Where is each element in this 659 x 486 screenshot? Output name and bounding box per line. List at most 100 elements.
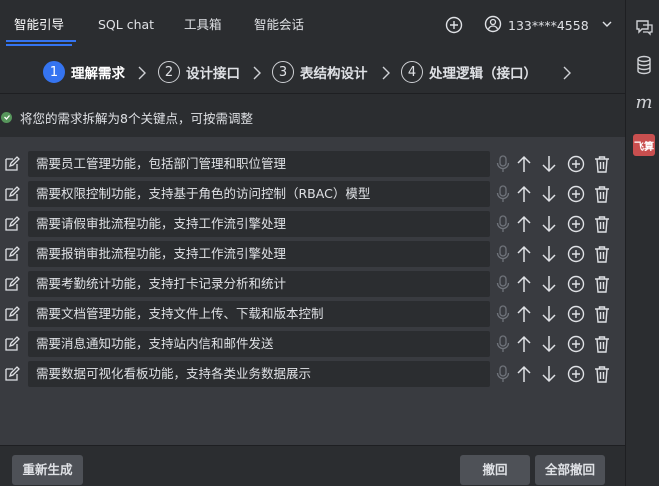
- add-circle-icon[interactable]: [567, 185, 585, 207]
- move-down-icon[interactable]: [541, 215, 557, 237]
- chevron-right-icon: [137, 66, 147, 84]
- microphone-icon[interactable]: [496, 305, 510, 327]
- trash-icon[interactable]: [594, 275, 610, 297]
- step-3[interactable]: 3 表结构设计: [272, 60, 368, 84]
- chevron-right-icon: [381, 66, 391, 84]
- feishu-icon[interactable]: 飞算: [633, 134, 655, 156]
- m-plugin-icon[interactable]: m: [634, 91, 654, 113]
- edit-icon[interactable]: [4, 156, 20, 176]
- step-number: 2: [158, 61, 180, 83]
- add-circle-icon[interactable]: [567, 275, 585, 297]
- microphone-icon[interactable]: [496, 185, 510, 207]
- trash-icon[interactable]: [594, 365, 610, 387]
- move-up-icon[interactable]: [516, 275, 532, 297]
- chat-bubble-icon[interactable]: [634, 16, 654, 36]
- microphone-icon[interactable]: [496, 275, 510, 297]
- requirement-text[interactable]: 需要考勤统计功能，支持打卡记录分析和统计: [28, 271, 490, 297]
- requirement-text[interactable]: 需要数据可视化看板功能，支持各类业务数据展示: [28, 361, 490, 387]
- edit-icon[interactable]: [4, 306, 20, 326]
- tab-smart-guide[interactable]: 智能引导: [5, 0, 73, 46]
- top-nav-bar: 智能引导 SQL chat 工具箱 智能会话 133****4558: [0, 0, 625, 50]
- chevron-down-icon[interactable]: [601, 18, 613, 33]
- edit-icon[interactable]: [4, 276, 20, 296]
- m-plugin-label: m: [635, 91, 653, 113]
- step-4[interactable]: 4 处理逻辑（接口）: [401, 60, 537, 84]
- add-circle-icon[interactable]: [567, 365, 585, 387]
- chevron-right-icon[interactable]: [562, 66, 572, 84]
- requirement-text[interactable]: 需要文档管理功能，支持文件上传、下载和版本控制: [28, 301, 490, 327]
- move-up-icon[interactable]: [516, 185, 532, 207]
- list-item: 需要权限控制功能，支持基于角色的访问控制（RBAC）模型: [0, 181, 625, 207]
- add-circle-icon[interactable]: [567, 155, 585, 177]
- undo-all-button[interactable]: 全部撤回: [535, 455, 605, 485]
- list-item: 需要报销审批流程功能，支持工作流引擎处理: [0, 241, 625, 267]
- move-down-icon[interactable]: [541, 245, 557, 267]
- check-circle-icon: [1, 111, 12, 123]
- requirement-text[interactable]: 需要消息通知功能，支持站内信和邮件发送: [28, 331, 490, 357]
- step-2[interactable]: 2 设计接口: [158, 60, 240, 84]
- tab-sql-chat[interactable]: SQL chat: [98, 0, 154, 40]
- move-up-icon[interactable]: [516, 155, 532, 177]
- move-up-icon[interactable]: [516, 365, 532, 387]
- step-1[interactable]: 1 理解需求: [43, 60, 125, 84]
- status-line: 将您的需求拆解为8个关键点，可按需调整: [0, 106, 253, 128]
- microphone-icon[interactable]: [496, 365, 510, 387]
- move-down-icon[interactable]: [541, 305, 557, 327]
- move-up-icon[interactable]: [516, 215, 532, 237]
- move-down-icon[interactable]: [541, 185, 557, 207]
- edit-icon[interactable]: [4, 216, 20, 236]
- database-icon[interactable]: [634, 55, 654, 75]
- regenerate-button[interactable]: 重新生成: [12, 455, 83, 485]
- undo-button[interactable]: 撤回: [460, 455, 530, 485]
- microphone-icon[interactable]: [496, 215, 510, 237]
- step-label: 表结构设计: [300, 66, 368, 82]
- trash-icon[interactable]: [594, 215, 610, 237]
- move-down-icon[interactable]: [541, 335, 557, 357]
- move-up-icon[interactable]: [516, 245, 532, 267]
- user-menu[interactable]: 133****4558: [484, 14, 613, 36]
- step-label: 处理逻辑（接口）: [429, 66, 537, 82]
- status-text: 将您的需求拆解为8个关键点，可按需调整: [20, 110, 253, 126]
- move-up-icon[interactable]: [516, 305, 532, 327]
- list-item: 需要文档管理功能，支持文件上传、下载和版本控制: [0, 301, 625, 327]
- move-down-icon[interactable]: [541, 155, 557, 177]
- add-circle-icon[interactable]: [444, 15, 464, 35]
- trash-icon[interactable]: [594, 245, 610, 267]
- requirement-text[interactable]: 需要报销审批流程功能，支持工作流引擎处理: [28, 241, 490, 267]
- edit-icon[interactable]: [4, 366, 20, 386]
- footer-bar: 重新生成 撤回 全部撤回: [0, 445, 625, 486]
- trash-icon[interactable]: [594, 305, 610, 327]
- trash-icon[interactable]: [594, 335, 610, 357]
- active-tab-indicator: [6, 40, 76, 42]
- list-item: 需要数据可视化看板功能，支持各类业务数据展示: [0, 361, 625, 387]
- trash-icon[interactable]: [594, 185, 610, 207]
- edit-icon[interactable]: [4, 336, 20, 356]
- wizard-steps: 1 理解需求 2 设计接口 3 表结构设计 4 处理逻辑（接口）: [0, 50, 625, 94]
- move-up-icon[interactable]: [516, 335, 532, 357]
- edit-icon[interactable]: [4, 246, 20, 266]
- requirement-text[interactable]: 需要请假审批流程功能，支持工作流引擎处理: [28, 211, 490, 237]
- list-item: 需要员工管理功能，包括部门管理和职位管理: [0, 151, 625, 177]
- user-avatar-icon: [484, 15, 502, 36]
- move-down-icon[interactable]: [541, 365, 557, 387]
- add-circle-icon[interactable]: [567, 215, 585, 237]
- microphone-icon[interactable]: [496, 335, 510, 357]
- feishu-label: 飞算: [634, 141, 654, 153]
- add-circle-icon[interactable]: [567, 245, 585, 267]
- tab-smart-chat[interactable]: 智能会话: [254, 0, 304, 40]
- step-number: 3: [272, 61, 294, 83]
- trash-icon[interactable]: [594, 155, 610, 177]
- move-down-icon[interactable]: [541, 275, 557, 297]
- add-circle-icon[interactable]: [567, 305, 585, 327]
- requirement-text[interactable]: 需要权限控制功能，支持基于角色的访问控制（RBAC）模型: [28, 181, 490, 207]
- list-item: 需要考勤统计功能，支持打卡记录分析和统计: [0, 271, 625, 297]
- add-circle-icon[interactable]: [567, 335, 585, 357]
- right-tool-strip: m 飞算: [625, 0, 659, 486]
- tab-toolbox[interactable]: 工具箱: [184, 0, 222, 40]
- microphone-icon[interactable]: [496, 155, 510, 177]
- edit-icon[interactable]: [4, 186, 20, 206]
- microphone-icon[interactable]: [496, 245, 510, 267]
- chevron-right-icon: [252, 66, 262, 84]
- requirements-list: 需要员工管理功能，包括部门管理和职位管理 需要权限控制功能，支持基于角色的访问控制…: [0, 137, 625, 445]
- requirement-text[interactable]: 需要员工管理功能，包括部门管理和职位管理: [28, 151, 490, 177]
